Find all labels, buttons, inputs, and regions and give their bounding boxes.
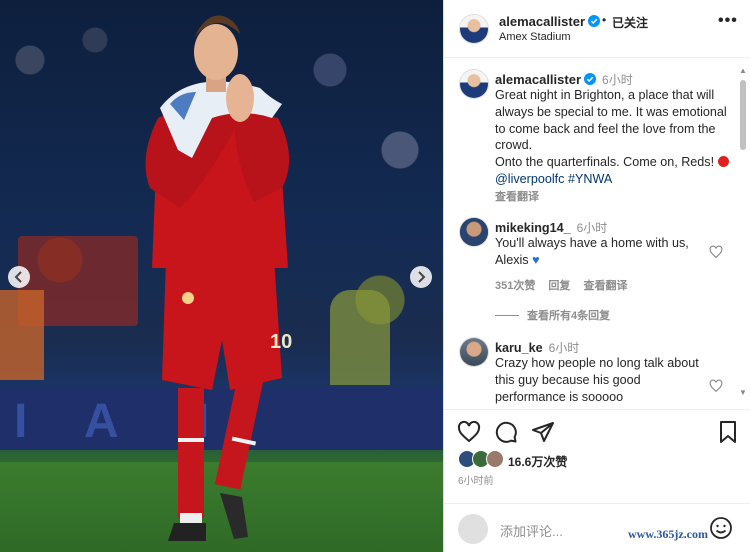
emoji-icon[interactable]	[709, 516, 733, 540]
caption-username[interactable]: alemacallister	[495, 72, 581, 87]
red-circle-emoji	[717, 156, 729, 168]
view-replies-button[interactable]: 查看所有4条回复	[495, 307, 610, 323]
banner-letter: A	[84, 395, 119, 448]
blue-heart-emoji: ♥	[532, 252, 540, 267]
comment-translate-link[interactable]: 查看翻译	[583, 280, 627, 292]
next-photo-button[interactable]	[410, 266, 432, 288]
commenter-username[interactable]: karu_ke	[495, 341, 543, 355]
player-figure: 10	[145, 15, 292, 541]
instagram-post-viewer: I A I 10	[0, 0, 750, 552]
comment-text: You'll always have a home with us, Alexi…	[495, 235, 705, 269]
liker-avatar	[486, 450, 504, 468]
bookmark-icon[interactable]	[716, 420, 740, 444]
comments-section[interactable]: alemacallister 6小时 Great night in Brighto…	[444, 59, 750, 409]
caption-paragraph-2: Onto the quarterfinals. Come on, Reds!	[495, 155, 715, 170]
caption-header: alemacallister 6小时	[495, 71, 633, 88]
author-username[interactable]: alemacallister	[499, 14, 601, 29]
replies-divider-line	[495, 315, 519, 316]
comment-text-content: You'll always have a home with us, Alexi…	[495, 236, 689, 267]
post-timestamp: 6小时前	[458, 476, 494, 487]
caption-paragraph-1: Great night in Brighton, a place that wi…	[495, 88, 727, 153]
comment-like-heart-icon[interactable]	[709, 379, 723, 393]
comment-header: mikeking14_ 6小时	[495, 219, 607, 236]
post-photo[interactable]: I A I 10	[0, 0, 443, 552]
comment-header: karu_ke 6小时	[495, 339, 579, 356]
banner-letter: I	[14, 395, 28, 448]
comment-time: 6小时	[576, 221, 608, 235]
mention-link[interactable]: @liverpoolfc	[495, 172, 564, 186]
hashtag-link[interactable]: #YNWA	[568, 172, 612, 186]
action-bar	[444, 409, 750, 449]
author-avatar[interactable]	[459, 14, 489, 44]
comment-meta: 351次赞 回复 查看翻译	[495, 277, 637, 293]
site-watermark: www.365jz.com	[628, 527, 708, 542]
follow-status-button[interactable]: 已关注	[612, 14, 648, 31]
heart-icon[interactable]	[457, 420, 481, 444]
background-steward	[0, 290, 44, 380]
commenter-avatar[interactable]	[459, 217, 489, 247]
verified-badge-icon	[588, 15, 601, 27]
post-header: alemacallister • 已关注 Amex Stadium •••	[444, 0, 750, 58]
current-user-avatar	[458, 514, 488, 544]
scroll-down-arrow-icon[interactable]: ▼	[739, 388, 747, 397]
comments-scrollbar[interactable]: ▲ ▼	[739, 66, 747, 400]
location-link[interactable]: Amex Stadium	[499, 31, 571, 43]
commenter-username[interactable]: mikeking14_	[495, 221, 571, 235]
caption-text: Great night in Brighton, a place that wi…	[495, 87, 731, 206]
view-replies-label: 查看所有4条回复	[527, 310, 611, 322]
scrollbar-thumb[interactable]	[740, 80, 746, 150]
chevron-right-icon	[418, 271, 426, 283]
caption-time[interactable]: 6小时	[602, 73, 633, 87]
separator-dot: •	[602, 13, 607, 27]
previous-photo-button[interactable]	[8, 266, 30, 288]
shirt-number: 10	[270, 331, 292, 353]
comment-text: Crazy how people no long talk about this…	[495, 356, 699, 404]
comment-icon[interactable]	[494, 420, 518, 444]
verified-badge-icon	[584, 73, 597, 85]
background-steward-right	[330, 290, 390, 385]
more-options-icon[interactable]: •••	[718, 12, 738, 30]
add-comment-input[interactable]: 添加评论...	[500, 521, 563, 540]
reply-button[interactable]: 回复	[548, 280, 570, 292]
scroll-up-arrow-icon[interactable]: ▲	[739, 66, 747, 75]
share-icon[interactable]	[531, 420, 555, 444]
likes-count[interactable]: 16.6万次赞	[508, 453, 567, 470]
post-side-panel: alemacallister • 已关注 Amex Stadium ••• al…	[443, 0, 750, 552]
caption-avatar[interactable]	[459, 69, 489, 99]
comment-time: 6小时	[548, 341, 580, 355]
commenter-avatar[interactable]	[459, 337, 489, 367]
caption-translate-link[interactable]: 查看翻译	[495, 191, 539, 203]
comment-like-heart-icon[interactable]	[709, 245, 723, 259]
chevron-left-icon	[14, 271, 22, 283]
comment-likes-count[interactable]: 351次赞	[495, 280, 535, 292]
